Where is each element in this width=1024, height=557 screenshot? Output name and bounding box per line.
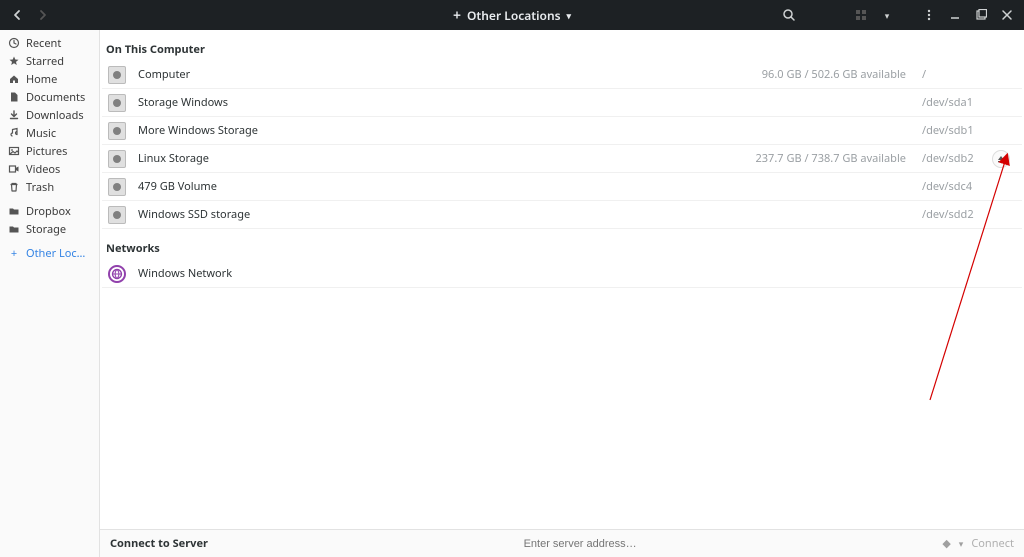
chevron-down-icon: ▾ (567, 9, 572, 22)
sidebar-item-pictures[interactable]: Pictures (0, 142, 99, 160)
server-history-icon[interactable]: ◆ (942, 536, 950, 551)
section-header-computer: On This Computer (102, 30, 1022, 61)
star-icon (8, 55, 20, 67)
connect-to-server-bar: Connect to Server ◆ ▾ Connect (100, 529, 1024, 557)
drive-size: 96.0 GB / 502.6 GB available (762, 67, 906, 82)
drive-mount: / (922, 67, 986, 82)
sidebar-item-label: Recent (26, 36, 91, 51)
sidebar-item-label: Dropbox (26, 204, 91, 219)
drive-name: More Windows Storage (138, 123, 258, 138)
drive-name: Computer (138, 67, 190, 82)
maximize-button[interactable] (970, 4, 992, 26)
drive-name: Linux Storage (138, 151, 209, 166)
drive-mount: /dev/sdb2 (922, 151, 986, 166)
sidebar-item-label: Documents (26, 90, 91, 105)
header-title-area[interactable]: + Other Locations ▾ (453, 6, 571, 25)
drive-name: Storage Windows (138, 95, 228, 110)
content-area: On This Computer Computer 96.0 GB / 502.6… (100, 30, 1024, 557)
clock-icon (8, 37, 20, 49)
drive-row[interactable]: Computer 96.0 GB / 502.6 GB available / (102, 61, 1022, 89)
network-icon (108, 265, 126, 283)
plus-icon: + (8, 247, 20, 259)
sidebar-item-label: Home (26, 72, 91, 87)
sidebar-item-label: Videos (26, 162, 91, 177)
search-button[interactable] (776, 4, 802, 26)
plus-icon: + (453, 6, 461, 25)
network-row[interactable]: Windows Network (102, 260, 1022, 288)
folder-icon (8, 205, 20, 217)
network-name: Windows Network (138, 266, 232, 281)
sidebar-item-downloads[interactable]: Downloads (0, 106, 99, 124)
drive-row[interactable]: More Windows Storage/dev/sdb1 (102, 117, 1022, 145)
server-address-input[interactable] (410, 538, 750, 550)
close-button[interactable] (996, 4, 1018, 26)
server-history-dropdown[interactable]: ▾ (959, 537, 964, 550)
sidebar-item-other-locations[interactable]: + Other Locations (0, 244, 99, 262)
connect-button: Connect (971, 536, 1014, 551)
sidebar-item-label: Trash (26, 180, 91, 195)
sidebar-item-recent[interactable]: Recent (0, 34, 99, 52)
picture-icon (8, 145, 20, 157)
section-header-networks: Networks (102, 229, 1022, 260)
header-title: Other Locations (467, 7, 561, 24)
sidebar-item-label: Other Locations (26, 246, 91, 261)
drive-mount: /dev/sdd2 (922, 207, 986, 222)
drive-row[interactable]: Storage Windows/dev/sda1 (102, 89, 1022, 117)
sidebar: Recent Starred Home Documents Downloads Music… (0, 30, 100, 557)
sidebar-item-label: Pictures (26, 144, 91, 159)
menu-button[interactable] (918, 4, 940, 26)
minimize-button[interactable] (944, 4, 966, 26)
sidebar-item-trash[interactable]: Trash (0, 178, 99, 196)
back-button[interactable] (6, 4, 28, 26)
harddisk-icon (108, 178, 126, 196)
folder-icon (8, 223, 20, 235)
sidebar-item-label: Music (26, 126, 91, 141)
sidebar-item-starred[interactable]: Starred (0, 52, 99, 70)
sidebar-item-documents[interactable]: Documents (0, 88, 99, 106)
forward-button (32, 4, 54, 26)
sidebar-item-label: Storage (26, 222, 91, 237)
grid-view-button[interactable] (850, 4, 872, 26)
harddisk-icon (108, 66, 126, 84)
drive-row[interactable]: Linux Storage 237.7 GB / 738.7 GB availab… (102, 145, 1022, 173)
harddisk-icon (108, 122, 126, 140)
sidebar-item-videos[interactable]: Videos (0, 160, 99, 178)
trash-icon (8, 181, 20, 193)
sidebar-item-storage[interactable]: Storage (0, 220, 99, 238)
drive-name: 479 GB Volume (138, 179, 217, 194)
eject-button[interactable] (992, 150, 1010, 168)
sidebar-item-label: Downloads (26, 108, 91, 123)
header-bar: + Other Locations ▾ ▾ (0, 0, 1024, 30)
harddisk-icon (108, 94, 126, 112)
sidebar-item-music[interactable]: Music (0, 124, 99, 142)
drive-row[interactable]: 479 GB Volume/dev/sdc4 (102, 173, 1022, 201)
download-icon (8, 109, 20, 121)
drive-row[interactable]: Windows SSD storage/dev/sdd2 (102, 201, 1022, 229)
drive-mount: /dev/sdb1 (922, 123, 986, 138)
view-dropdown-button[interactable]: ▾ (876, 4, 898, 26)
drive-size: 237.7 GB / 738.7 GB available (755, 151, 906, 166)
document-icon (8, 91, 20, 103)
music-icon (8, 127, 20, 139)
harddisk-icon (108, 150, 126, 168)
drive-mount: /dev/sdc4 (922, 179, 986, 194)
home-icon (8, 73, 20, 85)
harddisk-icon (108, 206, 126, 224)
drive-mount: /dev/sda1 (922, 95, 986, 110)
video-icon (8, 163, 20, 175)
connect-to-server-label: Connect to Server (100, 536, 218, 551)
drive-name: Windows SSD storage (138, 207, 250, 222)
sidebar-item-home[interactable]: Home (0, 70, 99, 88)
sidebar-item-label: Starred (26, 54, 91, 69)
sidebar-item-dropbox[interactable]: Dropbox (0, 202, 99, 220)
